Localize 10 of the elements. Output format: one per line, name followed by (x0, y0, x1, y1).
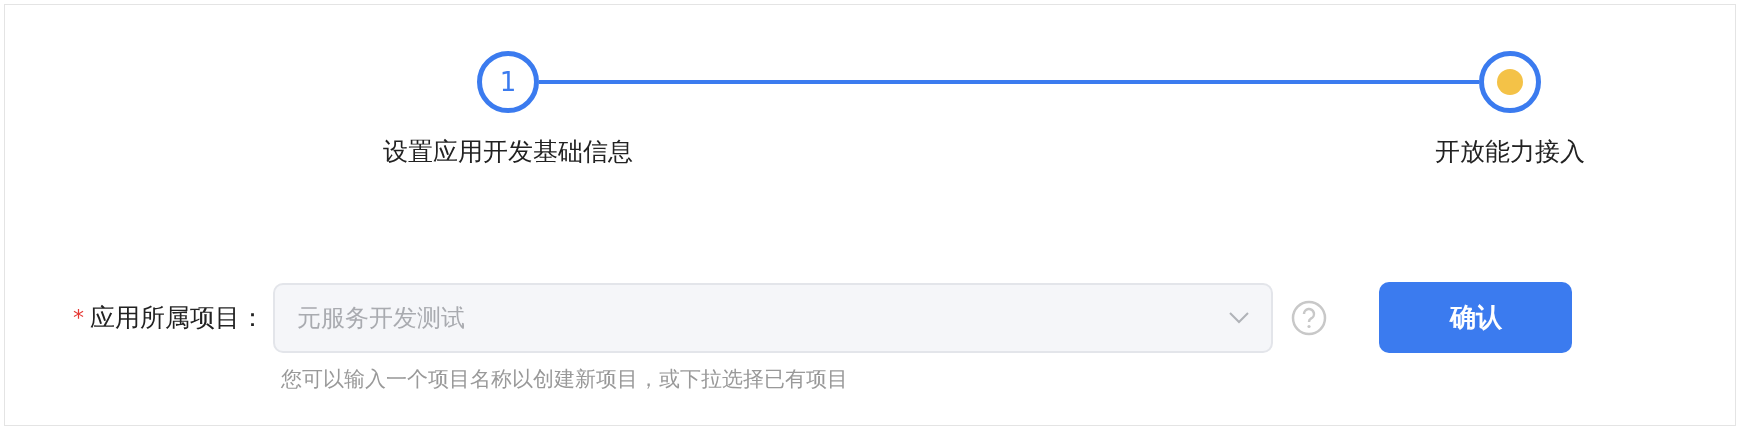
step-label: 开放能力接入 (1435, 136, 1585, 168)
step-number: 1 (499, 67, 517, 97)
field-label: 应用所属项目： (90, 302, 265, 334)
confirm-button[interactable]: 确认 (1379, 282, 1572, 353)
chevron-down-icon (1229, 311, 1249, 324)
required-asterisk: * (73, 305, 84, 330)
current-step-dot (1497, 69, 1523, 95)
step-label: 设置应用开发基础信息 (383, 136, 633, 168)
field-hint: 您可以输入一个项目名称以创建新项目，或下拉选择已有项目 (281, 366, 848, 393)
help-icon[interactable] (1291, 299, 1327, 336)
